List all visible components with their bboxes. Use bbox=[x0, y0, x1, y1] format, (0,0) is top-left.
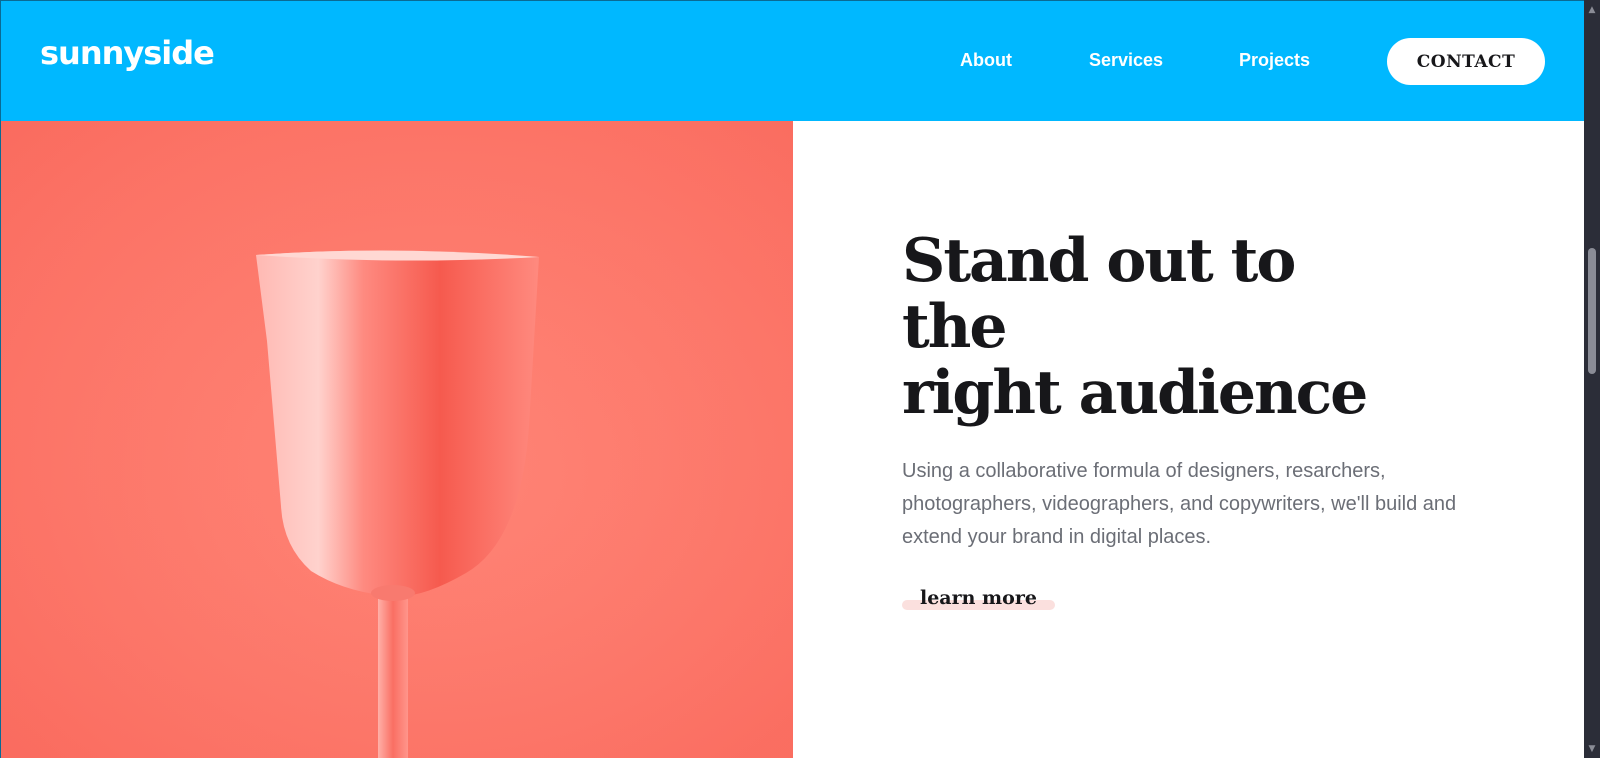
nav-about-link[interactable]: About bbox=[960, 51, 1012, 69]
nav-services-link[interactable]: Services bbox=[1089, 51, 1163, 69]
scroll-up-arrow-icon[interactable]: ▲ bbox=[1584, 2, 1600, 18]
hero-image-goblet bbox=[0, 121, 793, 758]
hero-heading-line1: Stand out to the bbox=[902, 226, 1296, 362]
scroll-thumb[interactable] bbox=[1588, 248, 1596, 374]
site-header: sunnyside About Services Projects CONTAC… bbox=[0, 0, 1584, 121]
learn-more-link[interactable]: learn more bbox=[902, 586, 1055, 610]
goblet-illustration bbox=[1, 121, 793, 758]
contact-button[interactable]: CONTACT bbox=[1387, 38, 1545, 85]
scroll-down-arrow-icon[interactable]: ▼ bbox=[1584, 741, 1600, 757]
nav-projects-link[interactable]: Projects bbox=[1239, 51, 1310, 69]
logo[interactable]: sunnyside bbox=[40, 37, 215, 69]
vertical-scrollbar[interactable]: ▲ ▼ bbox=[1584, 0, 1600, 758]
hero-text-block: Stand out to the right audience Using a … bbox=[902, 228, 1482, 610]
learn-more-label: learn more bbox=[920, 587, 1037, 609]
hero-description: Using a collaborative formula of designe… bbox=[902, 460, 1457, 548]
page: sunnyside About Services Projects CONTAC… bbox=[0, 0, 1584, 758]
hero-heading: Stand out to the right audience bbox=[902, 228, 1382, 426]
hero-heading-line2: right audience bbox=[902, 358, 1368, 428]
